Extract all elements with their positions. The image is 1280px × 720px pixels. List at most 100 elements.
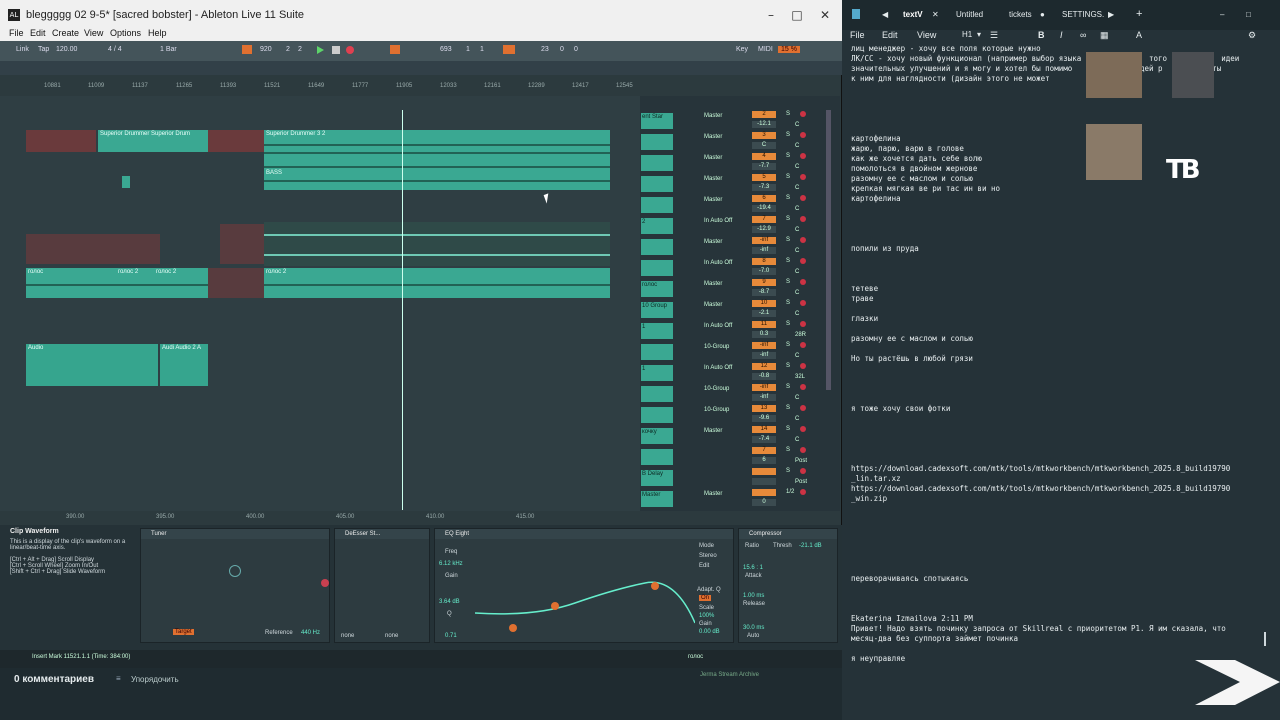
sidechain-select[interactable]: none [341, 633, 354, 639]
clip-superior-drummer[interactable]: Superior Drummer Superior Drum [98, 130, 208, 152]
reference-value[interactable]: 440 Hz [301, 630, 320, 636]
vertical-scrollbar[interactable] [826, 110, 831, 390]
clip[interactable] [26, 234, 160, 264]
clip-audio[interactable]: Audio [26, 344, 158, 386]
track-pan[interactable] [752, 478, 776, 485]
track-volume[interactable]: -inf [752, 342, 776, 349]
track-name[interactable]: 10 Group [641, 302, 673, 318]
maximize-button[interactable]: □ [1246, 10, 1251, 19]
track-volume[interactable]: -inf [752, 384, 776, 391]
mixer-track-row[interactable]: ent Star Master 2 -12.1 S C [640, 110, 840, 132]
mixer-track-row[interactable]: 10-Group -inf -inf S C [640, 383, 840, 405]
tab-scroll-left-icon[interactable]: ◀ [882, 10, 888, 19]
output-routing[interactable]: Master [704, 239, 722, 245]
arrangement-view[interactable]: Superior Drummer Superior Drum Superior … [0, 96, 640, 511]
sort-menu-icon[interactable]: ≡ [116, 674, 121, 683]
track-pan[interactable]: -7.4 [752, 436, 776, 443]
output-routing[interactable]: In Auto Off [704, 218, 732, 224]
track-name[interactable]: Master [641, 491, 673, 507]
track-name[interactable]: ent Star [641, 113, 673, 129]
arm-button[interactable] [800, 384, 806, 390]
track-pan[interactable]: C [752, 142, 776, 149]
minimize-button[interactable]: – [760, 6, 782, 24]
loop-switch-icon[interactable] [503, 45, 515, 54]
track-pan[interactable]: -7.7 [752, 163, 776, 170]
arm-button[interactable] [800, 132, 806, 138]
auto-release-toggle[interactable]: Auto [747, 633, 759, 639]
output-routing[interactable]: Master [704, 134, 722, 140]
time-ruler-bottom[interactable]: 390.00 395.00 400.00 405.00 410.00 415.0… [26, 511, 626, 525]
solo-button[interactable]: S [786, 132, 790, 138]
track-volume[interactable]: 3 [752, 132, 776, 139]
stop-icon[interactable] [332, 46, 340, 54]
tuner-device[interactable]: Tuner Target Reference 440 Hz [140, 528, 330, 643]
pan-center[interactable]: C [795, 437, 799, 443]
track-name[interactable] [641, 197, 673, 213]
track-volume[interactable]: 7 [752, 216, 776, 223]
arm-button[interactable] [800, 342, 806, 348]
maximize-button[interactable]: □ [786, 6, 808, 24]
track-volume[interactable]: 14 [752, 426, 776, 433]
track-pan[interactable]: -inf [752, 394, 776, 401]
loop-start-beat[interactable]: 1 [466, 46, 470, 53]
pan-center[interactable]: C [795, 143, 799, 149]
output-routing[interactable]: Master [704, 176, 722, 182]
menu-create[interactable]: Create [52, 28, 79, 38]
arm-button[interactable] [800, 279, 806, 285]
clip-golos-2b[interactable]: голос 2 [154, 268, 208, 298]
mixer-track-row[interactable]: Master 4 -7.7 S C [640, 152, 840, 174]
loop-start[interactable]: 693 [440, 46, 452, 53]
menu-help[interactable]: Help [148, 28, 167, 38]
pan-center[interactable]: C [795, 311, 799, 317]
output-routing[interactable]: In Auto Off [704, 260, 732, 266]
track-name[interactable] [641, 344, 673, 360]
track-pan[interactable]: -8.7 [752, 289, 776, 296]
track-volume[interactable] [752, 489, 776, 496]
photo-thumbnail[interactable] [1086, 124, 1142, 180]
mixer-track-row[interactable]: Master 3 C S C [640, 131, 840, 153]
tap-button[interactable]: Tap [38, 46, 49, 53]
track-volume[interactable]: 7 [752, 447, 776, 454]
output-gain-value[interactable]: 0.00 dB [699, 629, 720, 635]
arm-button[interactable] [800, 111, 806, 117]
track-name[interactable]: 1 [641, 365, 673, 381]
track-pan[interactable]: -2.1 [752, 310, 776, 317]
track-name[interactable]: 2 [641, 218, 673, 234]
mode-select[interactable]: Stereo [699, 553, 717, 559]
arm-button[interactable] [800, 153, 806, 159]
freq-value[interactable]: 6.12 kHz [439, 561, 463, 567]
pan-center[interactable]: C [795, 164, 799, 170]
track-name[interactable] [641, 239, 673, 255]
sidechain-select[interactable]: none [385, 633, 398, 639]
solo-button[interactable]: S [786, 321, 790, 327]
clip[interactable] [208, 268, 264, 298]
solo-button[interactable]: S [786, 216, 790, 222]
pan-center[interactable]: Post [795, 458, 807, 464]
session-record-icon[interactable] [390, 45, 400, 54]
track-pan[interactable]: -inf [752, 247, 776, 254]
arm-button[interactable] [800, 468, 806, 474]
track-volume[interactable]: 12 [752, 363, 776, 370]
pan-center[interactable]: C [795, 353, 799, 359]
play-icon[interactable] [317, 46, 324, 54]
gain-value[interactable]: 3.64 dB [439, 599, 460, 605]
track-name[interactable] [641, 155, 673, 171]
track-name[interactable] [641, 260, 673, 276]
thresh-value[interactable]: -21.1 dB [799, 543, 822, 549]
solo-button[interactable]: S [786, 111, 790, 117]
mixer-track-row[interactable]: 2 In Auto Off 7 -12.9 S C [640, 215, 840, 237]
track-pan[interactable]: -7.0 [752, 268, 776, 275]
solo-button[interactable]: S [786, 447, 790, 453]
eq-curve-display[interactable] [475, 543, 695, 633]
comments-count[interactable]: 0 комментариев [14, 674, 94, 685]
solo-button[interactable]: S [786, 279, 790, 285]
photo-thumbnail[interactable] [1172, 52, 1214, 98]
arm-button[interactable] [800, 426, 806, 432]
track-pan[interactable]: -7.3 [752, 184, 776, 191]
track-volume[interactable]: 5 [752, 174, 776, 181]
clip-automation[interactable] [264, 222, 610, 266]
menu-file[interactable]: File [850, 30, 865, 40]
tab-untitled[interactable]: Untitled [956, 10, 983, 19]
track-pan[interactable]: -9.6 [752, 415, 776, 422]
pan-center[interactable]: C [795, 122, 799, 128]
